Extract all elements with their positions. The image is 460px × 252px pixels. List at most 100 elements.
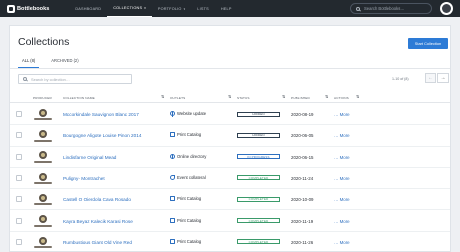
header-status[interactable]: STATUS: [237, 96, 250, 100]
collection-name-link[interactable]: Bourgogne Aligote Louise Pinon 2014: [63, 133, 141, 138]
app-name: Bottlebooks: [17, 5, 50, 12]
pagination-prev-button[interactable]: ←: [425, 73, 436, 83]
start-collection-button[interactable]: Start Collection: [408, 38, 448, 49]
sort-arrows-icon[interactable]: ⇅: [228, 94, 231, 99]
nav-item-label: DASHBOARD: [75, 6, 102, 11]
header-published[interactable]: PUBLISHED: [291, 96, 310, 100]
global-search-input[interactable]: Search Bottlebooks…: [350, 3, 432, 14]
table-row[interactable]: Castell O Oierdola Cava Rosado Print Cata…: [10, 189, 450, 211]
search-icon: [23, 77, 27, 81]
status-badge: IN PROGRESS: [237, 154, 280, 160]
arrow-left-icon: ←: [428, 75, 433, 81]
producer-logo: [33, 234, 53, 251]
collection-name-link[interactable]: Lindisfarne Original Mead: [63, 155, 116, 160]
producer-wordmark: [34, 203, 52, 206]
header-actions: ACTIONS: [334, 96, 349, 100]
nav-item-label: LISTS: [197, 6, 209, 11]
row-checkbox[interactable]: [16, 174, 22, 181]
table-row[interactable]: Lindisfarne Original Mead Online director…: [10, 147, 450, 168]
nav-item-collections[interactable]: COLLECTIONS ▾: [107, 0, 152, 17]
nav-item-dashboard[interactable]: DASHBOARD: [69, 0, 107, 17]
table-row[interactable]: Bourgogne Aligote Louise Pinon 2014 Print…: [10, 125, 450, 147]
collection-search-placeholder: Search by collection…: [31, 76, 70, 82]
more-actions-link[interactable]: … More: [334, 240, 350, 245]
nav-item-label: COLLECTIONS: [113, 6, 143, 10]
collection-name-link[interactable]: Kayra Beyaz Kalecik Karasi Rose: [63, 219, 133, 224]
chevron-down-icon: ▾: [183, 6, 186, 11]
table-row[interactable]: Rumbustious Giant Old Vine Red Print Cata…: [10, 232, 450, 252]
tab-all[interactable]: ALL (8): [18, 58, 40, 68]
producer-wordmark: [34, 246, 52, 249]
globe-icon: [170, 153, 175, 160]
outlet-label: Online directory: [177, 153, 207, 159]
tab-archived[interactable]: ARCHIVED (2): [47, 58, 82, 68]
row-checkbox[interactable]: [16, 111, 22, 117]
producer-logo: [33, 191, 53, 208]
print-icon: [170, 196, 175, 202]
more-actions-link[interactable]: … More: [334, 155, 350, 160]
collection-search-input[interactable]: Search by collection…: [18, 74, 132, 84]
top-nav: Bottlebooks DASHBOARD COLLECTIONS ▾ PORTFOL…: [0, 0, 460, 17]
nav-item-label: PORTFOLIO: [157, 6, 182, 11]
producer-emblem-icon: [39, 215, 47, 224]
avatar-image: [442, 4, 451, 13]
pagination-info: 1-10 of (8): [392, 77, 409, 81]
pagination-next-button[interactable]: →: [437, 73, 449, 83]
more-actions-link[interactable]: … More: [334, 176, 350, 181]
nav-item-help[interactable]: HELP: [215, 0, 238, 17]
producer-emblem-icon: [39, 108, 47, 117]
row-checkbox[interactable]: [16, 238, 22, 245]
published-date: 2020-10-09: [291, 197, 314, 203]
more-actions-link[interactable]: … More: [334, 219, 350, 224]
outlet-cell: Print Catalog: [170, 238, 201, 244]
producer-emblem-icon: [39, 172, 47, 181]
nav-item-lists[interactable]: LISTS: [191, 0, 215, 17]
producer-emblem-icon: [39, 193, 47, 202]
more-actions-link[interactable]: … More: [334, 197, 350, 202]
producer-emblem-icon: [39, 151, 47, 160]
sort-arrows-icon[interactable]: ⇅: [161, 94, 164, 99]
table-row[interactable]: Kayra Beyaz Kalecik Karasi Rose Print Cat…: [10, 211, 450, 232]
nav-item-portfolio[interactable]: PORTFOLIO ▾: [152, 0, 191, 17]
status-badge: HIDDEN: [237, 132, 280, 138]
collection-name-link[interactable]: Puligny- Montrachet: [63, 176, 105, 181]
table-row[interactable]: Mccorkindale Sauvignon Blanc 2017 Website…: [10, 104, 450, 126]
producer-wordmark: [34, 224, 52, 227]
published-date: 2020-08-19: [291, 112, 314, 117]
more-actions-link[interactable]: … More: [334, 133, 350, 138]
page-title: Collections: [18, 36, 70, 48]
status-badge: COMPLETED: [237, 175, 280, 181]
row-checkbox[interactable]: [16, 132, 22, 139]
table-row[interactable]: Puligny- Montrachet Event collateral COMPL…: [10, 168, 450, 190]
header-outlets[interactable]: OUTLETS: [170, 96, 185, 100]
row-checkbox[interactable]: [16, 196, 22, 203]
published-date: 2020-11-24: [291, 175, 314, 181]
sort-arrows-icon[interactable]: ⇅: [282, 94, 285, 99]
sort-arrows-icon[interactable]: ⇅: [356, 94, 359, 99]
status-badge: COMPLETED: [237, 196, 280, 202]
start-collection-label: Start Collection: [414, 41, 442, 46]
collection-name-link[interactable]: Rumbustious Giant Old Vine Red: [63, 240, 132, 245]
more-actions-link[interactable]: … More: [334, 112, 350, 117]
producer-logo: [33, 127, 53, 144]
print-icon: [170, 238, 175, 244]
published-date: 2020-06-15: [291, 154, 314, 160]
producer-logo: [33, 213, 53, 230]
published-date: 2020-11-26: [291, 239, 314, 245]
status-badge: HIDDEN: [237, 111, 280, 117]
outlet-cell: Online directory: [170, 153, 207, 160]
app-logo[interactable]: Bottlebooks: [7, 4, 50, 13]
collection-name-link[interactable]: Mccorkindale Sauvignon Blanc 2017: [63, 112, 139, 117]
outlet-cell: Print Catalog: [170, 217, 202, 223]
row-checkbox[interactable]: [16, 217, 22, 224]
sort-arrows-icon[interactable]: ⇅: [325, 94, 328, 99]
outlet-cell: Print Catalog: [170, 132, 201, 138]
user-avatar[interactable]: [440, 2, 453, 15]
producer-emblem-icon: [39, 236, 47, 245]
bottlebooks-logo-icon: [7, 4, 15, 13]
header-collection-name[interactable]: COLLECTION NAME: [63, 96, 95, 100]
collection-name-link[interactable]: Castell O Oierdola Cava Rosado: [63, 197, 131, 202]
row-checkbox[interactable]: [16, 153, 22, 160]
header-producer[interactable]: PRODUCER: [33, 96, 52, 100]
outlet-label: Print Catalog: [177, 217, 202, 223]
